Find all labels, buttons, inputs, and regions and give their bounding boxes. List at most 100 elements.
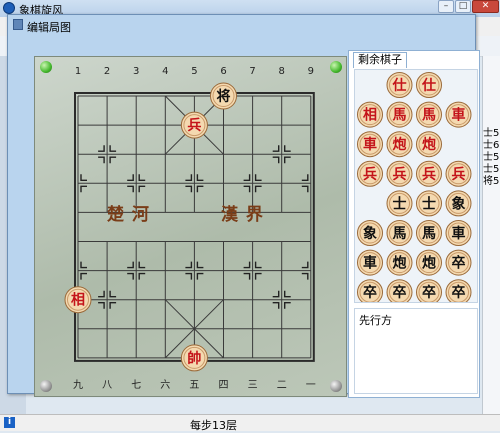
position-mark (243, 185, 251, 193)
spare-piece[interactable]: 士 (416, 190, 442, 217)
position-mark (127, 272, 134, 280)
piece-label: 仕 (392, 77, 407, 94)
spare-piece[interactable]: 炮 (386, 249, 413, 276)
position-mark (109, 301, 117, 309)
spare-piece[interactable]: 象 (357, 220, 383, 246)
piece-label: 兵 (187, 117, 201, 134)
file-label-bottom: 三 (248, 380, 258, 391)
info-icon: i (4, 417, 15, 428)
piece-label: 卒 (452, 255, 466, 272)
position-mark (301, 261, 309, 269)
spare-piece[interactable]: 仕 (416, 72, 442, 98)
spare-piece[interactable]: 卒 (445, 249, 472, 276)
spare-piece[interactable]: 馬 (386, 101, 413, 128)
piece-label: 馬 (393, 226, 407, 242)
spare-piece[interactable]: 相 (357, 101, 383, 128)
piece-label: 士 (422, 195, 436, 212)
position-mark (301, 174, 309, 182)
close-button[interactable]: ✕ (472, 0, 499, 13)
piece-label: 士 (393, 195, 407, 212)
river-left-label: 楚 河 (107, 204, 150, 225)
position-mark (185, 174, 193, 182)
red-king-piece[interactable]: 帥 (180, 344, 208, 372)
spare-piece[interactable]: 卒 (357, 279, 383, 306)
board-frame: 1 2 3 4 5 6 7 8 9 九 八 七 六 五 四 三 二 一 楚 河 漢 界 将兵相帥 (34, 56, 347, 397)
spare-piece[interactable]: 兵 (386, 160, 413, 187)
position-mark (301, 185, 309, 193)
piece-label: 馬 (422, 226, 436, 242)
position-mark (80, 272, 87, 280)
piece-label: 将 (217, 88, 231, 105)
position-mark (138, 185, 146, 193)
spare-piece[interactable]: 馬 (416, 220, 442, 246)
spare-piece[interactable]: 炮 (416, 131, 442, 158)
file-label-bottom: 九 (73, 379, 83, 391)
piece-label: 炮 (393, 136, 407, 153)
position-mark (254, 174, 262, 182)
position-mark (272, 145, 280, 152)
spare-piece[interactable]: 馬 (386, 220, 413, 246)
position-mark (272, 290, 280, 298)
position-mark (80, 174, 87, 182)
position-mark (98, 145, 105, 152)
spare-piece[interactable]: 兵 (445, 160, 472, 187)
file-label-bottom: 二 (277, 380, 287, 391)
spare-piece[interactable]: 卒 (416, 279, 442, 306)
piece-label: 炮 (393, 255, 407, 272)
piece-label: 炮 (422, 136, 436, 153)
spare-piece[interactable]: 馬 (416, 101, 442, 128)
position-mark (109, 156, 117, 164)
position-mark (254, 261, 262, 269)
spare-piece[interactable]: 炮 (416, 249, 442, 276)
file-label-bottom: 七 (131, 379, 141, 391)
position-mark (283, 156, 291, 164)
position-mark (283, 145, 291, 152)
file-label-bottom: 五 (189, 380, 199, 391)
spare-piece[interactable]: 兵 (357, 160, 383, 187)
position-mark (185, 272, 193, 280)
maximize-button[interactable]: □ (455, 0, 471, 13)
spare-piece[interactable]: 車 (445, 101, 472, 128)
position-mark (254, 272, 262, 280)
file-label-top: 1 (75, 66, 81, 77)
spare-piece[interactable]: 炮 (386, 131, 413, 158)
chess-board[interactable]: 1 2 3 4 5 6 7 8 9 九 八 七 六 五 四 三 二 一 楚 河 漢 界 将兵相帥 (35, 57, 346, 396)
spare-piece[interactable]: 卒 (386, 279, 413, 306)
spare-piece[interactable]: 卒 (445, 279, 472, 306)
file-label-top: 9 (308, 66, 314, 77)
spare-piece[interactable]: 車 (445, 220, 472, 246)
position-mark (185, 185, 193, 193)
spare-piece[interactable]: 士 (386, 190, 413, 217)
file-label-top: 7 (249, 66, 255, 77)
piece-label: 帥 (187, 350, 201, 367)
spare-piece[interactable]: 象 (445, 190, 472, 217)
position-mark (301, 272, 309, 280)
spare-pieces: 仕仕相馬馬車車炮炮兵兵兵兵士士象象馬馬車車炮炮卒卒卒卒卒 (357, 72, 472, 306)
spare-piece[interactable]: 車 (357, 249, 383, 276)
move-list-item: 将5 (483, 176, 500, 187)
first-move-label: 先行方 (359, 314, 392, 327)
tab-spare-pieces[interactable]: 剩余棋子 (353, 52, 407, 68)
position-mark (127, 174, 134, 182)
position-mark (185, 261, 193, 269)
piece-label: 仕 (421, 77, 436, 94)
position-mark (254, 185, 262, 193)
spare-pieces-box: 仕仕相馬馬車車炮炮兵兵兵兵士士象象馬馬車車炮炮卒卒卒卒卒 (354, 69, 478, 306)
file-label-top: 4 (162, 66, 168, 77)
river-right-label: 漢 界 (221, 204, 264, 225)
position-mark (127, 185, 134, 193)
spare-piece[interactable]: 車 (357, 131, 383, 158)
position-mark (196, 261, 204, 269)
spare-piece[interactable]: 兵 (416, 160, 442, 187)
red-soldier-piece[interactable]: 兵 (180, 111, 208, 139)
position-mark (196, 174, 204, 182)
piece-label: 馬 (393, 108, 407, 124)
red-elephant-piece[interactable]: 相 (64, 286, 92, 314)
spare-piece[interactable]: 仕 (386, 72, 413, 98)
file-label-top: 2 (104, 66, 110, 77)
minimize-button[interactable]: – (438, 0, 454, 13)
position-mark (283, 301, 291, 309)
piece-label: 象 (363, 225, 377, 242)
black-general-piece[interactable]: 将 (210, 82, 237, 110)
status-bar: i 每步13层 (0, 414, 500, 432)
